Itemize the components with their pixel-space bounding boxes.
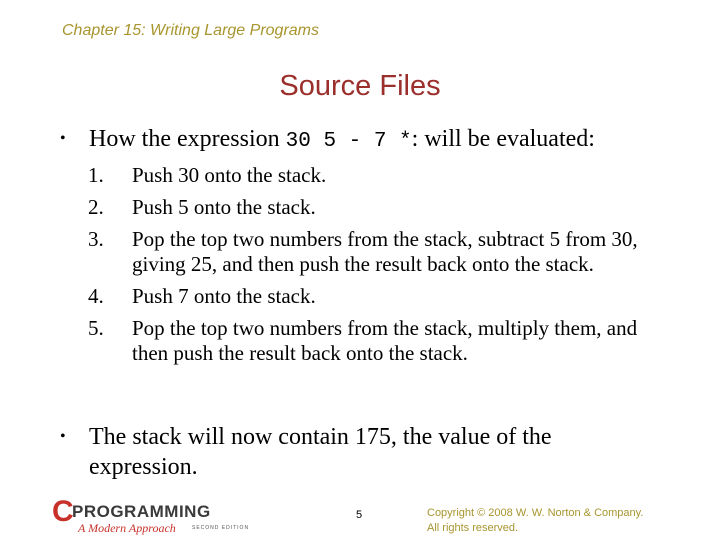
copyright-notice: Copyright © 2008 W. W. Norton & Company.… xyxy=(427,506,643,536)
logo-edition: SECOND EDITION xyxy=(192,525,250,531)
step-number: 5. xyxy=(88,316,104,340)
bullet-prefix: How the expression xyxy=(89,126,286,152)
step-number: 3. xyxy=(88,227,104,251)
bullet-text: How the expression 30 5 - 7 *: will be e… xyxy=(89,124,595,157)
list-item: 2. Push 5 onto the stack. xyxy=(88,195,662,220)
bullet-text: The stack will now contain 175, the valu… xyxy=(89,424,552,480)
step-text: Pop the top two numbers from the stack, … xyxy=(132,227,638,276)
step-text: Push 5 onto the stack. xyxy=(132,195,316,219)
bullet-icon: • xyxy=(60,130,66,147)
step-text: Pop the top two numbers from the stack, … xyxy=(132,316,638,365)
rights-line: All rights reserved. xyxy=(427,522,519,534)
book-logo: C PROGRAMMING A Modern Approach SECOND E… xyxy=(52,495,267,536)
bullet-suffix: : will be evaluated: xyxy=(411,126,595,152)
slide-title: Source Files xyxy=(279,70,441,102)
step-text: Push 30 onto the stack. xyxy=(132,163,327,187)
page-number: 5 xyxy=(356,509,363,521)
steps-list: 1. Push 30 onto the stack. 2. Push 5 ont… xyxy=(88,163,662,373)
step-number: 2. xyxy=(88,195,104,219)
list-item: 1. Push 30 onto the stack. xyxy=(88,163,662,188)
list-item: 5. Pop the top two numbers from the stac… xyxy=(88,316,662,366)
step-text: Push 7 onto the stack. xyxy=(132,284,316,308)
list-item: 4. Push 7 onto the stack. xyxy=(88,284,662,309)
logo-subtitle: A Modern Approach xyxy=(78,521,176,535)
logo-c-letter: C xyxy=(52,495,74,528)
list-item: 3. Pop the top two numbers from the stac… xyxy=(88,227,662,277)
step-number: 1. xyxy=(88,163,104,187)
step-number: 4. xyxy=(88,284,104,308)
expression-code: 30 5 - 7 * xyxy=(285,130,412,153)
copyright-line: Copyright © 2008 W. W. Norton & Company. xyxy=(427,507,644,519)
logo-programming: PROGRAMMING xyxy=(72,502,211,521)
chapter-header: Chapter 15: Writing Large Programs xyxy=(62,22,319,39)
bullet-icon: • xyxy=(60,428,66,445)
